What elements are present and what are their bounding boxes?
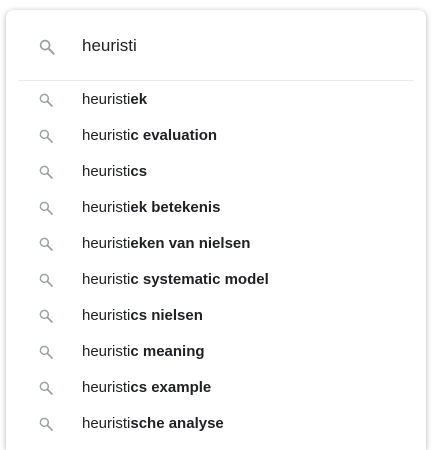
suggestion-item[interactable]: heuristics example: [6, 370, 426, 406]
suggestion-completion: eken van nielsen: [130, 235, 251, 252]
suggestion-text: heuristiek: [82, 91, 147, 108]
suggestion-completion: sche analyse: [130, 415, 224, 432]
suggestion-text: heuristiek betekenis: [82, 199, 220, 216]
search-icon: [38, 92, 54, 108]
search-icon: [38, 164, 54, 180]
suggestion-completion: ek: [130, 91, 148, 108]
suggestion-prefix: heuristi: [82, 271, 131, 288]
suggestion-prefix: heuristi: [82, 91, 131, 108]
search-icon: [38, 38, 56, 56]
suggestion-text: heuristic evaluation: [82, 127, 217, 144]
suggestion-item[interactable]: heuristiek: [6, 82, 426, 118]
suggestion-completion: cs example: [130, 379, 212, 396]
suggestion-prefix: heuristi: [82, 379, 131, 396]
suggestion-prefix: heuristi: [82, 199, 131, 216]
search-autocomplete-panel: heuristiek heuristic evaluation heuristi…: [6, 10, 426, 450]
suggestion-item[interactable]: heuristics: [6, 154, 426, 190]
suggestion-completion: c systematic model: [130, 271, 269, 288]
search-icon: [38, 416, 54, 432]
suggestion-prefix: heuristi: [82, 343, 131, 360]
suggestion-item[interactable]: heuristic evaluation: [6, 118, 426, 154]
suggestion-completion: c evaluation: [130, 127, 218, 144]
suggestion-text: heuristic meaning: [82, 343, 205, 360]
search-input[interactable]: [82, 30, 402, 62]
search-box[interactable]: [6, 10, 426, 80]
suggestion-item[interactable]: heuristics nielsen: [6, 298, 426, 334]
suggestion-list: heuristiek heuristic evaluation heuristi…: [6, 82, 426, 442]
search-icon: [38, 344, 54, 360]
suggestion-prefix: heuristi: [82, 235, 131, 252]
suggestion-completion: ek betekenis: [130, 199, 221, 216]
search-icon: [38, 236, 54, 252]
suggestion-prefix: heuristi: [82, 163, 131, 180]
suggestion-text: heuristische analyse: [82, 415, 224, 432]
suggestion-text: heuristics: [82, 163, 147, 180]
suggestion-item[interactable]: heuristic systematic model: [6, 262, 426, 298]
search-icon: [38, 128, 54, 144]
suggestion-completion: cs nielsen: [130, 307, 203, 324]
search-icon: [38, 200, 54, 216]
suggestion-prefix: heuristi: [82, 307, 131, 324]
suggestion-text: heuristic systematic model: [82, 271, 269, 288]
suggestion-text: heuristieken van nielsen: [82, 235, 250, 252]
suggestion-item[interactable]: heuristiek betekenis: [6, 190, 426, 226]
suggestion-text: heuristics nielsen: [82, 307, 203, 324]
search-icon: [38, 308, 54, 324]
search-icon: [38, 272, 54, 288]
suggestion-item[interactable]: heuristische analyse: [6, 406, 426, 442]
divider: [18, 80, 414, 81]
suggestion-completion: c meaning: [130, 343, 205, 360]
search-icon: [38, 380, 54, 396]
suggestion-text: heuristics example: [82, 379, 211, 396]
suggestion-prefix: heuristi: [82, 415, 131, 432]
suggestion-item[interactable]: heuristic meaning: [6, 334, 426, 370]
suggestion-item[interactable]: heuristieken van nielsen: [6, 226, 426, 262]
suggestion-completion: cs: [130, 163, 148, 180]
suggestion-prefix: heuristi: [82, 127, 131, 144]
